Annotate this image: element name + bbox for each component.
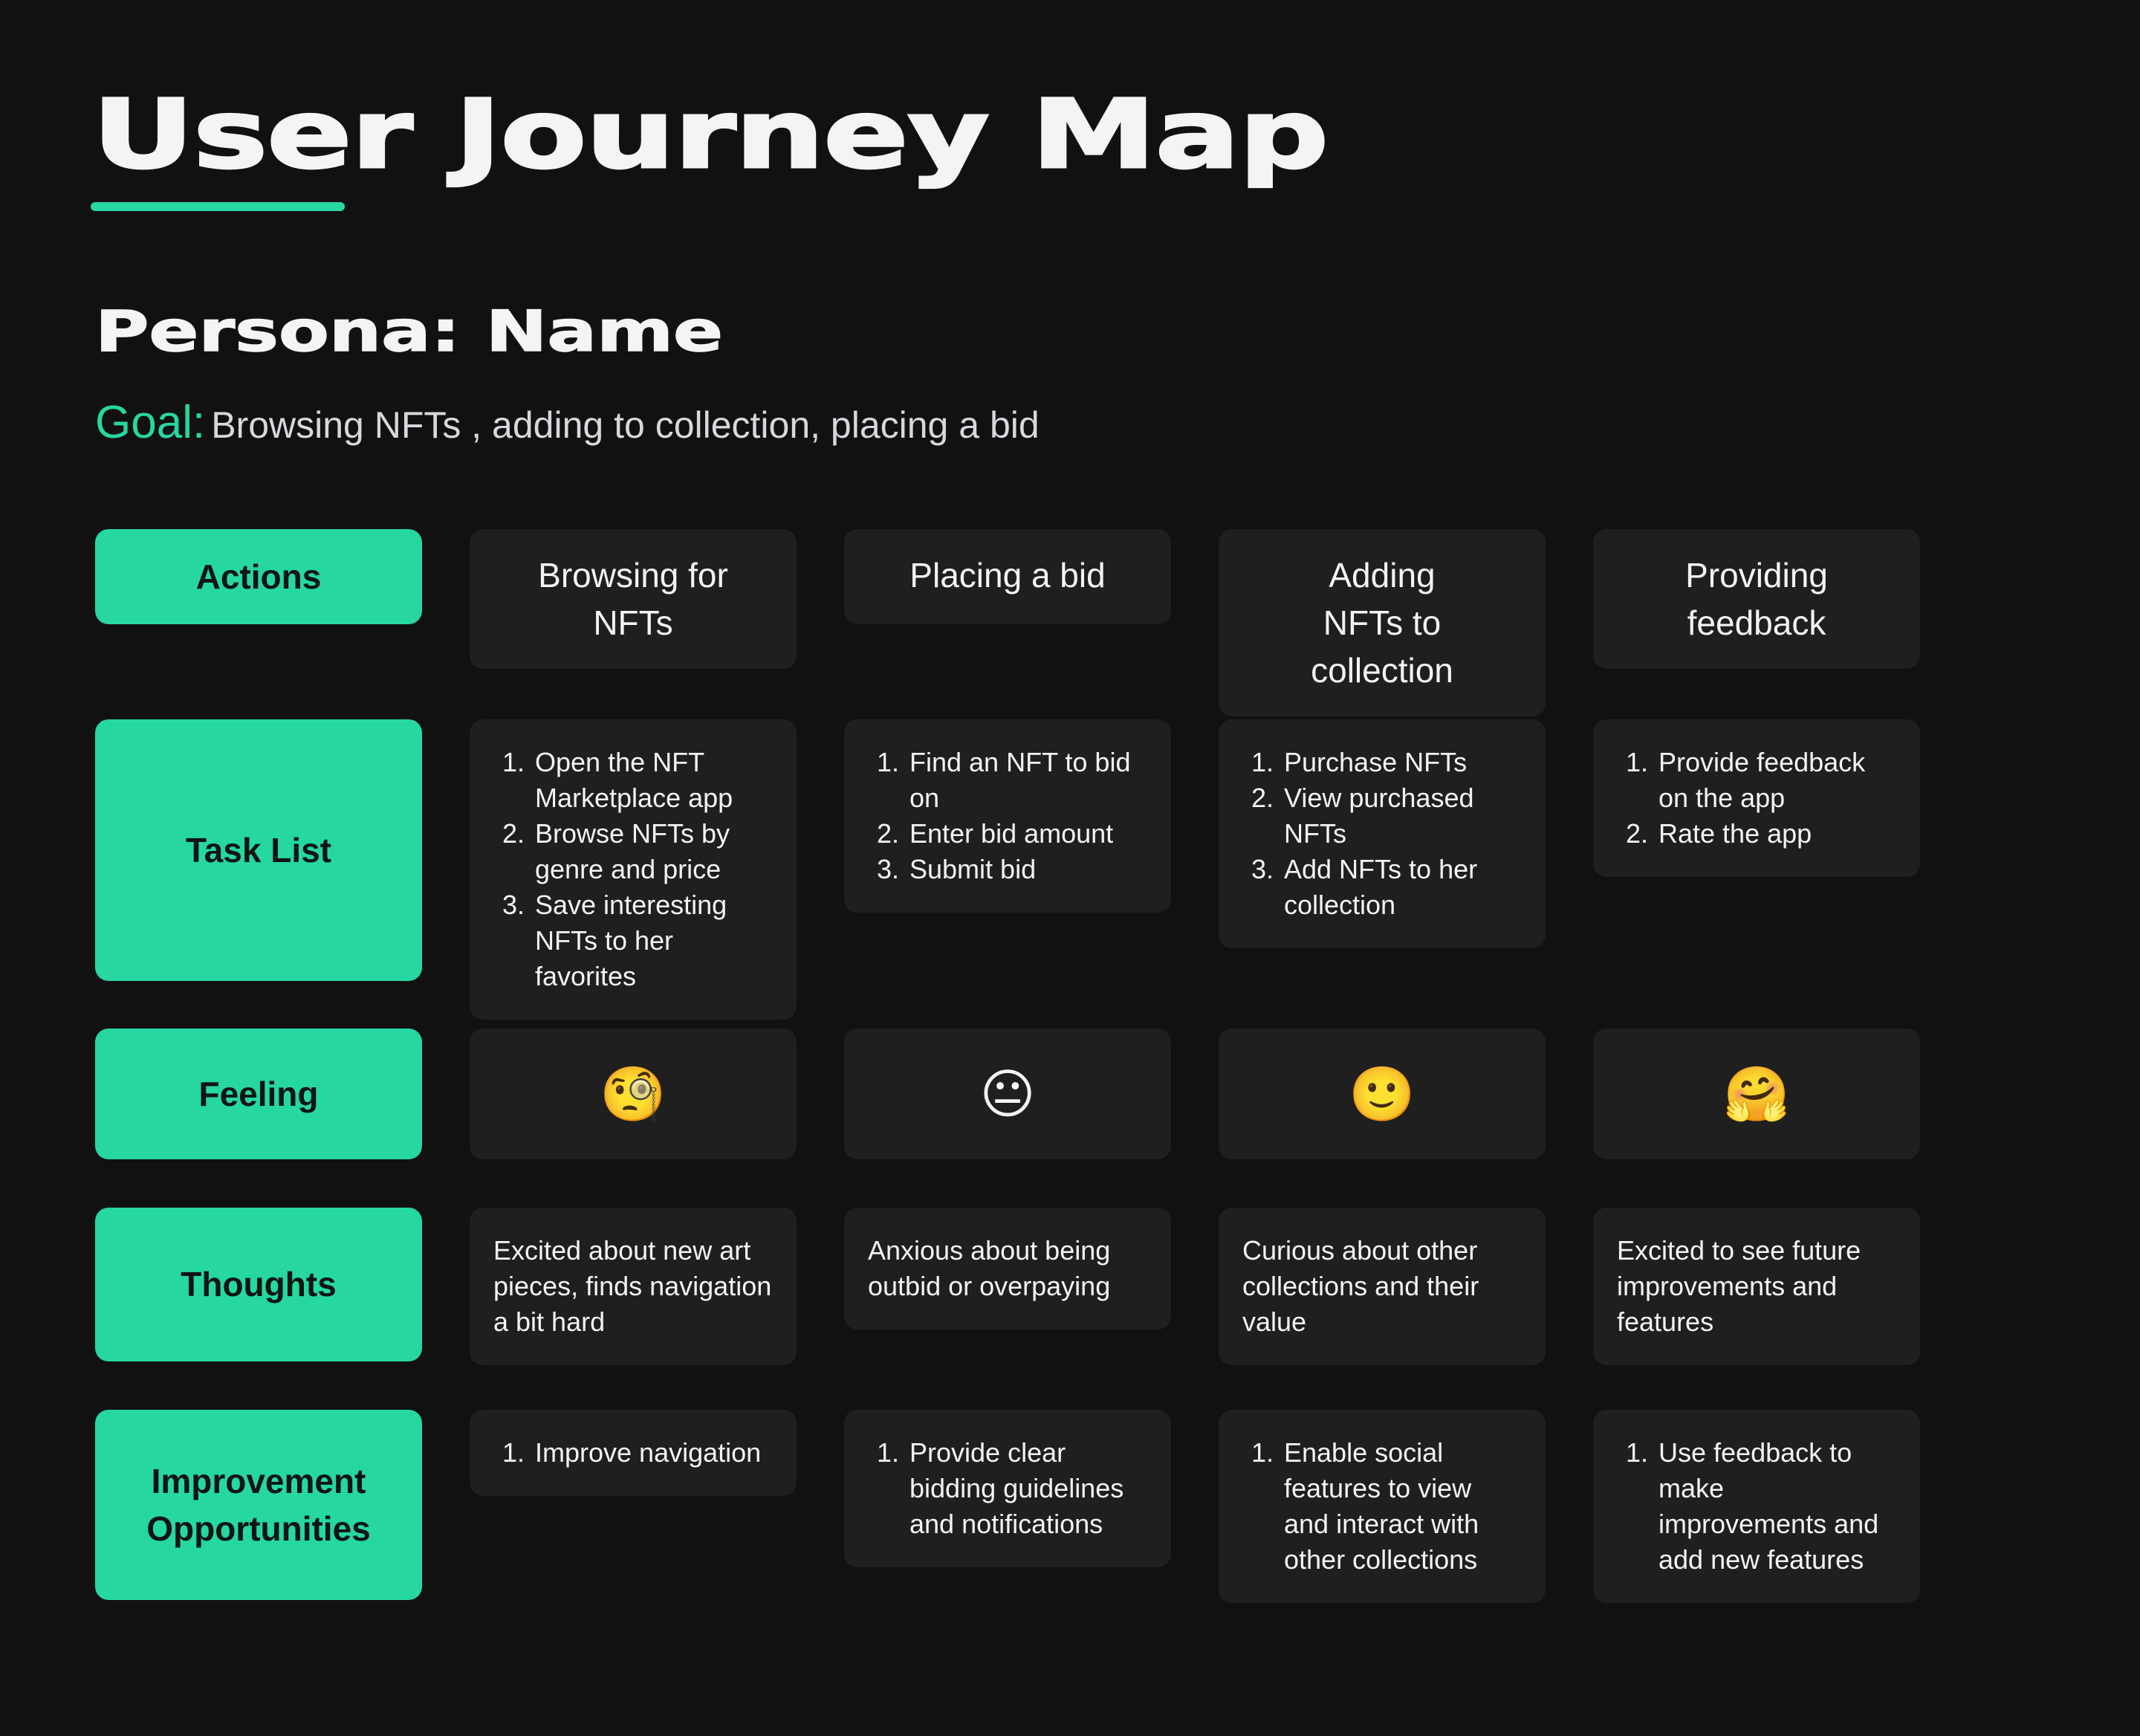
persona-heading: Persona: Name	[94, 298, 724, 364]
list-item: Find an NFT to bid on	[907, 745, 1149, 816]
feeling-cell: 🧐	[470, 1029, 797, 1159]
list-item: Enter bid amount	[907, 816, 1149, 852]
task-list: Provide feedback on the appRate the app	[1620, 745, 1898, 852]
face-with-monocle-icon: 🧐	[600, 1064, 667, 1124]
list-item: Rate the app	[1656, 816, 1898, 852]
task-list: Open the NFT Marketplace appBrowse NFTs …	[496, 745, 774, 994]
page-title: User Journey Map	[91, 80, 1330, 190]
improvement-cell: Provide clear bidding guidelines and not…	[844, 1410, 1171, 1567]
goal-text: Browsing NFTs , adding to collection, pl…	[211, 404, 1040, 446]
slightly-smiling-face-icon: 🙂	[1349, 1064, 1416, 1124]
goal-label: Goal:	[95, 397, 206, 448]
improvement-list: Enable social features to view and inter…	[1245, 1435, 1523, 1578]
list-item: Save interesting NFTs to her favorites	[532, 887, 774, 994]
list-item: Provide clear bidding guidelines and not…	[907, 1435, 1149, 1542]
improvement-cell: Improve navigation	[470, 1410, 797, 1496]
task-list: Purchase NFTsView purchased NFTsAdd NFTs…	[1245, 745, 1523, 923]
thought-cell: Excited about new art pieces, finds navi…	[470, 1208, 797, 1365]
row-label-feeling: Feeling	[95, 1029, 422, 1159]
row-label-task-list: Task List	[95, 719, 422, 981]
improvement-list: Use feedback to make improvements and ad…	[1620, 1435, 1898, 1578]
task-cell: Find an NFT to bid onEnter bid amountSub…	[844, 719, 1171, 913]
thought-cell: Anxious about being outbid or overpaying	[844, 1208, 1171, 1329]
improvement-cell: Use feedback to make improvements and ad…	[1593, 1410, 1920, 1603]
list-item: Improve navigation	[532, 1435, 774, 1471]
feeling-cell: 🤗	[1593, 1029, 1920, 1159]
task-cell: Purchase NFTsView purchased NFTsAdd NFTs…	[1219, 719, 1546, 948]
action-cell: Browsing for NFTs	[470, 529, 797, 669]
improvement-cell: Enable social features to view and inter…	[1219, 1410, 1546, 1603]
list-item: Enable social features to view and inter…	[1281, 1435, 1523, 1578]
task-cell: Provide feedback on the appRate the app	[1593, 719, 1920, 877]
task-list: Find an NFT to bid onEnter bid amountSub…	[871, 745, 1149, 887]
neutral-face-icon: 😐	[979, 1065, 1036, 1124]
feeling-cell: 😐	[844, 1029, 1171, 1159]
list-item: Open the NFT Marketplace app	[532, 745, 774, 816]
list-item: Provide feedback on the app	[1656, 745, 1898, 816]
thought-cell: Curious about other collections and thei…	[1219, 1208, 1546, 1365]
row-label-thoughts: Thoughts	[95, 1208, 422, 1361]
improvement-list: Provide clear bidding guidelines and not…	[871, 1435, 1149, 1542]
thought-cell: Excited to see future improvements and f…	[1593, 1208, 1920, 1365]
improvement-list: Improve navigation	[496, 1435, 774, 1471]
action-cell: Providing feedback	[1593, 529, 1920, 669]
goal: Goal: Browsing NFTs , adding to collectio…	[95, 400, 1040, 446]
list-item: Purchase NFTs	[1281, 745, 1523, 780]
feeling-cell: 🙂	[1219, 1029, 1546, 1159]
list-item: Browse NFTs by genre and price	[532, 816, 774, 887]
list-item: Add NFTs to her collection	[1281, 852, 1523, 923]
title-underline	[91, 202, 345, 211]
row-label-improvement-opportunities: Improvement Opportunities	[95, 1410, 422, 1600]
list-item: Use feedback to make improvements and ad…	[1656, 1435, 1898, 1578]
row-label-actions: Actions	[95, 529, 422, 624]
list-item: Submit bid	[907, 852, 1149, 887]
list-item: View purchased NFTs	[1281, 780, 1523, 852]
action-cell: Adding NFTs to collection	[1219, 529, 1546, 716]
task-cell: Open the NFT Marketplace appBrowse NFTs …	[470, 719, 797, 1020]
action-cell: Placing a bid	[844, 529, 1171, 624]
hugging-face-icon: 🤗	[1723, 1064, 1790, 1124]
